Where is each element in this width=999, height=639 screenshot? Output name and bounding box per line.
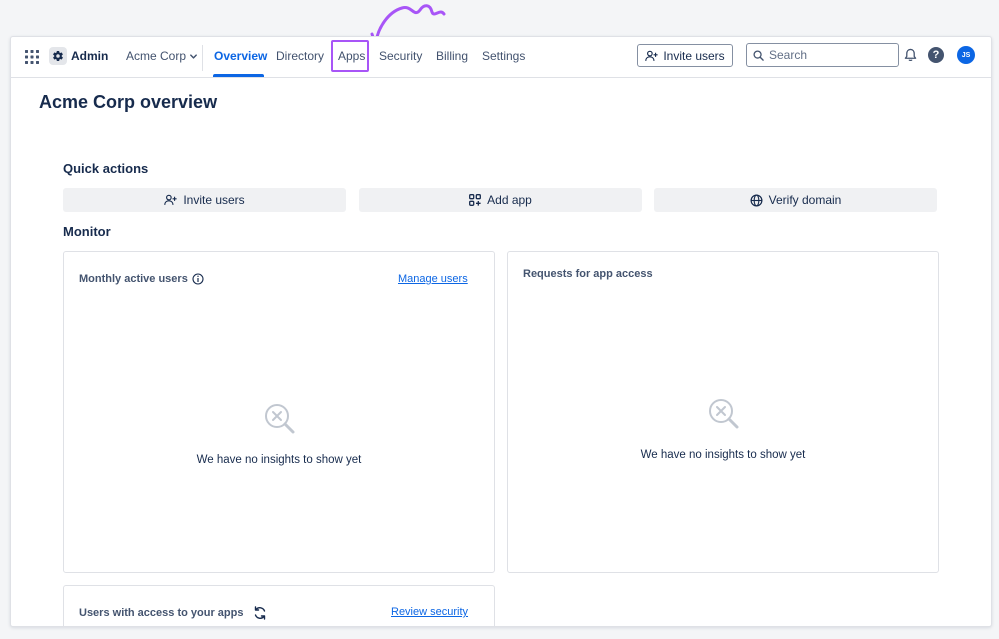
monthly-active-users-title: Monthly active users <box>79 273 188 285</box>
info-icon[interactable] <box>192 273 204 285</box>
user-plus-icon <box>164 194 177 205</box>
search-input[interactable] <box>769 48 889 62</box>
bell-icon[interactable] <box>904 48 917 62</box>
admin-logo[interactable] <box>49 47 67 65</box>
empty-state-text: We have no insights to show yet <box>196 454 362 466</box>
org-name: Acme Corp <box>126 49 187 63</box>
no-results-icon <box>265 404 295 434</box>
monitor-title: Monitor <box>63 224 111 239</box>
tab-apps[interactable]: Apps <box>338 49 365 63</box>
nav-divider <box>202 45 203 71</box>
review-security-link[interactable]: Review security <box>391 606 468 618</box>
org-switcher[interactable]: Acme Corp <box>126 49 198 63</box>
users-with-access-title: Users with access to your apps <box>79 607 244 619</box>
apps-add-icon <box>469 194 482 206</box>
active-tab-indicator <box>213 74 264 77</box>
monthly-active-users-card: Monthly active users Manage users We hav… <box>63 251 495 573</box>
no-results-icon <box>709 399 739 429</box>
tab-overview[interactable]: Overview <box>214 49 267 63</box>
search-icon <box>753 49 764 61</box>
add-app-label: Add app <box>487 193 532 207</box>
users-with-access-card: Users with access to your apps Review se… <box>63 585 495 626</box>
verify-domain-label: Verify domain <box>768 193 842 207</box>
app-grid-icon[interactable] <box>25 50 39 64</box>
requests-for-app-access-title: Requests for app access <box>523 268 653 280</box>
empty-state-text: We have no insights to show yet <box>640 449 806 461</box>
card-title: Users with access to your apps <box>79 606 267 620</box>
add-app-button[interactable]: Add app <box>359 188 642 212</box>
card-title: Monthly active users <box>79 273 204 285</box>
avatar[interactable]: JS <box>957 46 975 64</box>
requests-for-app-access-card: Requests for app access We have no insig… <box>507 251 939 573</box>
verify-domain-button[interactable]: Verify domain <box>654 188 937 212</box>
manage-users-link[interactable]: Manage users <box>398 273 468 285</box>
quick-invite-users-label: Invite users <box>183 193 245 207</box>
chevron-down-icon <box>190 53 197 59</box>
quick-invite-users-button[interactable]: Invite users <box>63 188 346 212</box>
top-navigation: Admin Acme Corp Overview Directory Apps … <box>11 37 991 78</box>
gear-icon <box>53 50 63 62</box>
globe-icon <box>750 194 763 206</box>
page-title: Acme Corp overview <box>39 92 218 112</box>
invite-users-label: Invite users <box>663 48 725 63</box>
invite-users-button[interactable]: Invite users <box>637 44 733 67</box>
tab-settings[interactable]: Settings <box>482 49 525 63</box>
help-icon[interactable]: ? <box>928 47 944 63</box>
admin-window: Admin Acme Corp Overview Directory Apps … <box>10 36 992 627</box>
user-plus-icon <box>645 50 658 61</box>
tab-directory[interactable]: Directory <box>276 49 324 63</box>
tab-security[interactable]: Security <box>379 49 422 63</box>
refresh-icon[interactable] <box>253 606 267 620</box>
app-title: Admin <box>71 49 109 63</box>
search-field[interactable] <box>746 43 899 67</box>
quick-actions-title: Quick actions <box>63 161 149 176</box>
tab-billing[interactable]: Billing <box>436 49 468 63</box>
